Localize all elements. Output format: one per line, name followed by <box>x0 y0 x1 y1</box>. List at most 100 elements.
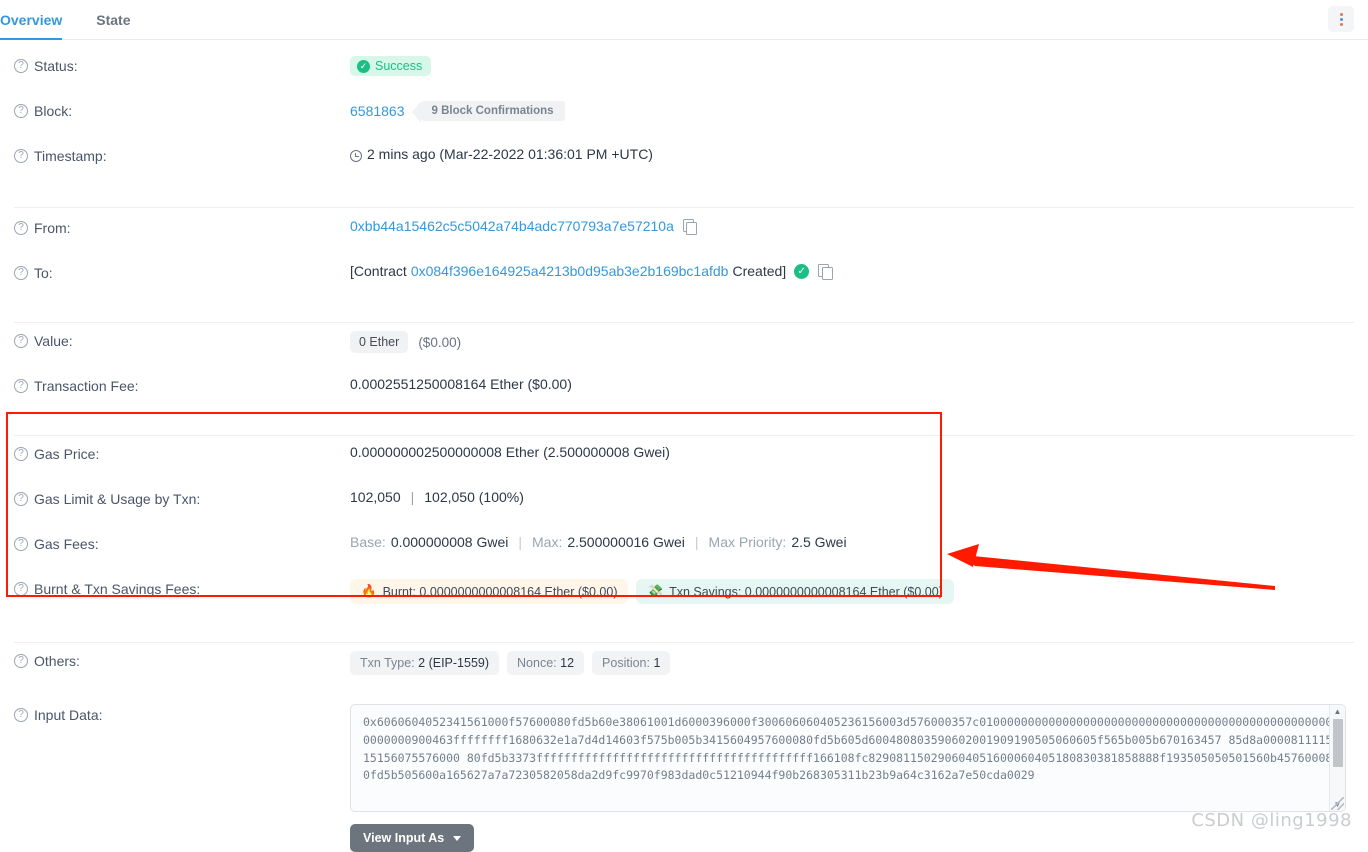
txn-type-chip: Txn Type: 2 (EIP-1559) <box>350 651 500 675</box>
row-timestamp: ? Timestamp: 2 mins ago (Mar-22-2022 01:… <box>0 146 1368 191</box>
tab-overview[interactable]: Overview <box>0 0 80 40</box>
help-icon[interactable]: ? <box>14 708 28 722</box>
help-icon[interactable]: ? <box>14 582 28 596</box>
gas-base-value: 0.000000008 Gwei <box>390 534 509 550</box>
row-gas-fees-label: ? Gas Fees: <box>14 534 350 552</box>
gas-limit-amount: 102,050 <box>350 489 401 505</box>
row-transaction-fee-label: ? Transaction Fee: <box>14 376 350 394</box>
label-text: Value: <box>34 333 73 349</box>
row-gas-fees-value: Base: 0.000000008 Gwei | Max: 2.50000001… <box>350 534 1354 550</box>
row-others-value: Txn Type: 2 (EIP-1559) Nonce: 12 Positio… <box>350 651 1354 675</box>
input-data-box[interactable]: 0x6060604052341561000f57600080fd5b60e380… <box>350 704 1346 812</box>
row-from-value: 0xbb44a15462c5c5042a74b4adc770793a7e5721… <box>350 218 1354 235</box>
row-gas-limit-label: ? Gas Limit & Usage by Txn: <box>14 489 350 507</box>
help-icon[interactable]: ? <box>14 447 28 461</box>
resize-grip-icon[interactable] <box>1331 797 1344 810</box>
help-icon[interactable]: ? <box>14 266 28 280</box>
divider <box>14 435 1354 436</box>
contract-suffix: Created] <box>732 263 787 279</box>
block-confirmations-badge: 9 Block Confirmations <box>411 101 565 123</box>
kebab-menu-icon[interactable] <box>1328 6 1354 32</box>
row-status: ? Status: ✓ Success <box>0 56 1368 101</box>
help-icon[interactable]: ? <box>14 221 28 235</box>
timestamp-text: 2 mins ago (Mar-22-2022 01:36:01 PM +UTC… <box>367 146 653 162</box>
row-gas-price: ? Gas Price: 0.000000002500000008 Ether … <box>0 444 1368 489</box>
nonce-chip: Nonce: 12 <box>507 651 585 675</box>
help-icon[interactable]: ? <box>14 492 28 506</box>
txn-type-value: 2 (EIP-1559) <box>418 656 490 670</box>
scroll-up-icon[interactable]: ▲ <box>1334 705 1342 718</box>
label-text: From: <box>34 220 71 236</box>
position-key: Position: <box>602 656 650 670</box>
separator-pipe: | <box>410 489 415 505</box>
row-input-data: ? Input Data: 0x6060604052341561000f5760… <box>0 696 1368 852</box>
row-from: ? From: 0xbb44a15462c5c5042a74b4adc77079… <box>0 218 1368 263</box>
help-icon[interactable]: ? <box>14 334 28 348</box>
position-chip: Position: 1 <box>592 651 671 675</box>
view-input-as-label: View Input As <box>363 831 445 845</box>
label-text: Input Data: <box>34 707 103 723</box>
burnt-fee-chip: 🔥 Burnt: 0.0000000000008164 Ether ($0.00… <box>350 579 629 604</box>
view-input-as-button[interactable]: View Input As <box>350 824 475 852</box>
row-burnt-savings-value: 🔥 Burnt: 0.0000000000008164 Ether ($0.00… <box>350 579 1354 604</box>
separator-pipe: | <box>694 534 699 550</box>
gas-priority-label: Max Priority: <box>708 534 787 550</box>
value-usd: ($0.00) <box>418 334 462 350</box>
copy-icon[interactable] <box>818 264 833 280</box>
row-value-label: ? Value: <box>14 331 350 349</box>
gas-base-label: Base: <box>350 534 386 550</box>
help-icon[interactable]: ? <box>14 537 28 551</box>
row-transaction-fee: ? Transaction Fee: 0.0002551250008164 Et… <box>0 376 1368 421</box>
clock-icon <box>350 150 362 162</box>
copy-icon[interactable] <box>682 219 698 235</box>
gas-usage-amount: 102,050 (100%) <box>424 489 524 505</box>
label-text: Block: <box>34 103 73 119</box>
help-icon[interactable]: ? <box>14 149 28 163</box>
row-to: ? To: [Contract 0x084f396e164925a4213b0d… <box>0 263 1368 308</box>
label-text: Burnt & Txn Savings Fees: <box>34 581 201 597</box>
label-text: Transaction Fee: <box>34 378 139 394</box>
watermark-text: CSDN @ling1998 <box>1191 810 1352 831</box>
help-icon[interactable]: ? <box>14 104 28 118</box>
tab-state-label: State <box>96 11 131 28</box>
contract-address-link[interactable]: 0x084f396e164925a4213b0d95ab3e2b169bc1af… <box>411 263 729 279</box>
txn-type-key: Txn Type: <box>360 656 415 670</box>
status-badge: ✓ Success <box>350 56 432 76</box>
block-number-link[interactable]: 6581863 <box>350 103 405 119</box>
gas-max-value: 2.500000016 Gwei <box>567 534 685 550</box>
label-text: Gas Limit & Usage by Txn: <box>34 491 201 507</box>
row-block-value: 6581863 9 Block Confirmations <box>350 101 1354 123</box>
scrollbar-thumb[interactable] <box>1332 719 1343 767</box>
position-value: 1 <box>653 656 661 670</box>
row-block: ? Block: 6581863 9 Block Confirmations <box>0 101 1368 146</box>
gas-max-label: Max: <box>532 534 563 550</box>
input-data-hex: 0x6060604052341561000f57600080fd5b60e380… <box>363 715 1333 783</box>
row-burnt-savings-label: ? Burnt & Txn Savings Fees: <box>14 579 350 597</box>
label-text: Gas Price: <box>34 446 100 462</box>
chevron-down-icon <box>453 835 462 841</box>
label-text: Others: <box>34 653 80 669</box>
row-input-data-label: ? Input Data: <box>14 704 350 723</box>
row-others-label: ? Others: <box>14 651 350 669</box>
nonce-key: Nonce: <box>517 656 557 670</box>
separator-pipe: | <box>518 534 522 550</box>
row-gas-fees: ? Gas Fees: Base: 0.000000008 Gwei | Max… <box>0 534 1368 579</box>
help-icon[interactable]: ? <box>14 379 28 393</box>
input-data-scrollbar[interactable]: ▲ ▼ <box>1329 705 1345 811</box>
money-icon: 💸 <box>647 584 664 598</box>
contract-prefix: [Contract <box>350 263 407 279</box>
row-gas-limit-value: 102,050 | 102,050 (100%) <box>350 489 1354 505</box>
verified-check-icon: ✓ <box>794 263 810 279</box>
help-icon[interactable]: ? <box>14 654 28 668</box>
row-gas-price-value: 0.000000002500000008 Ether (2.500000008 … <box>350 444 670 460</box>
row-status-label: ? Status: <box>14 56 350 74</box>
tab-state[interactable]: State <box>96 0 148 39</box>
txn-savings-chip: 💸 Txn Savings: 0.0000000000008164 Ether … <box>636 579 954 604</box>
row-from-label: ? From: <box>14 218 350 236</box>
help-icon[interactable]: ? <box>14 59 28 73</box>
from-address-link[interactable]: 0xbb44a15462c5c5042a74b4adc770793a7e5721… <box>350 218 674 234</box>
status-badge-label: Success <box>375 59 423 73</box>
nonce-value: 12 <box>560 656 575 670</box>
value-amount-chip: 0 Ether <box>350 331 409 353</box>
label-text: Status: <box>34 58 78 74</box>
